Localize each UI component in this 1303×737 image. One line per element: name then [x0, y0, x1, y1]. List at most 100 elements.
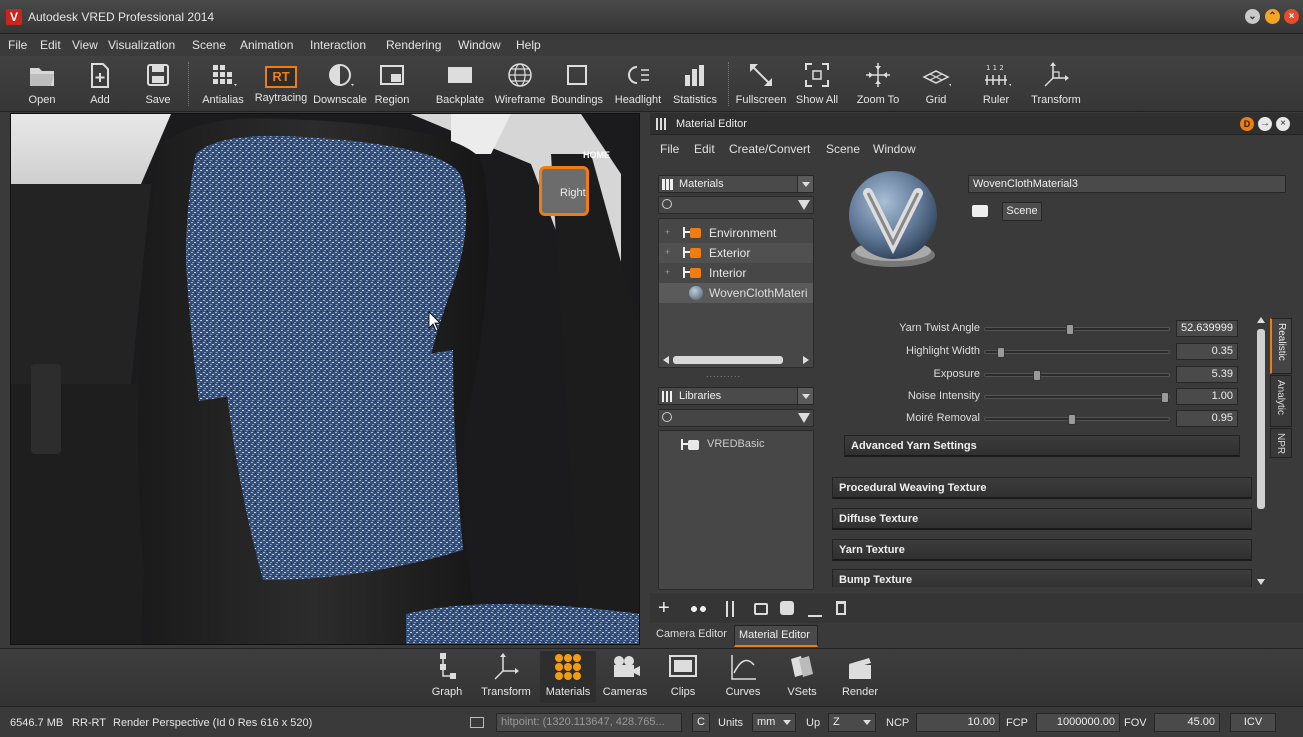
dock-materials-button[interactable]: Materials [540, 651, 596, 703]
fullscreen-button[interactable]: Fullscreen [732, 58, 790, 110]
expand-icon[interactable]: + [665, 267, 670, 277]
libraries-search-input[interactable] [658, 409, 814, 427]
expand-icon[interactable]: + [665, 227, 670, 237]
menu-file[interactable]: File [8, 38, 27, 52]
property-highlight-width[interactable]: Highlight Width 0.35 [830, 342, 1250, 362]
render-viewport[interactable]: HOME Right [10, 113, 640, 645]
up-axis-select[interactable]: Z [828, 713, 876, 732]
materials-tree[interactable]: + Environment + Exterior + Interior Wove… [658, 218, 814, 368]
units-select[interactable]: mm [752, 713, 796, 732]
dock-render-button[interactable]: Render [840, 651, 880, 703]
align-icon[interactable] [808, 601, 822, 617]
tree-item-interior[interactable]: + Interior [659, 263, 813, 283]
property-noise-intensity[interactable]: Noise Intensity 1.00 [830, 387, 1250, 407]
ruler-tool-icon[interactable] [726, 601, 734, 617]
find-icon[interactable] [754, 603, 768, 615]
libraries-tree[interactable]: VREDBasic [658, 430, 814, 590]
slider-track[interactable] [984, 392, 1170, 403]
material-preview[interactable] [838, 163, 948, 273]
slider-track[interactable] [984, 324, 1170, 335]
scrollbar-thumb[interactable] [673, 356, 783, 364]
menu-visualization[interactable]: Visualization [108, 38, 175, 52]
icv-button[interactable]: ICV [1230, 713, 1276, 732]
filter-icon[interactable] [798, 200, 810, 210]
navcube-home-label[interactable]: HOME [583, 150, 610, 160]
transform-button[interactable]: Transform [1028, 58, 1084, 110]
wireframe-button[interactable]: Wireframe [492, 58, 548, 110]
menu-window[interactable]: Window [458, 38, 501, 52]
ruler-button[interactable]: 1 1 2 Ruler [974, 58, 1018, 110]
panel-close-icon[interactable]: × [1276, 117, 1290, 131]
section-diffuse-texture[interactable]: Diffuse Texture [832, 508, 1252, 530]
duplicate-icon[interactable] [690, 605, 708, 613]
editor-menu-window[interactable]: Window [873, 142, 916, 156]
terminal-icon[interactable] [470, 717, 484, 728]
statistics-button[interactable]: Statistics [668, 58, 722, 110]
grid-button[interactable]: Grid [916, 58, 956, 110]
menu-view[interactable]: View [72, 38, 98, 52]
menu-scene[interactable]: Scene [192, 38, 226, 52]
close-icon[interactable]: × [1284, 9, 1299, 24]
tree-item-wovencloth[interactable]: WovenClothMateri [659, 283, 813, 303]
section-procedural-weaving-texture[interactable]: Procedural Weaving Texture [832, 477, 1252, 499]
antialias-button[interactable]: Antialias [198, 58, 248, 110]
dock-vsets-button[interactable]: VSets [782, 651, 822, 703]
menu-interaction[interactable]: Interaction [310, 38, 366, 52]
headlight-button[interactable]: Headlight [612, 58, 664, 110]
menu-edit[interactable]: Edit [40, 38, 61, 52]
fov-field[interactable]: 45.00 [1154, 713, 1220, 732]
grip-icon[interactable] [656, 118, 668, 130]
show-all-button[interactable]: Show All [794, 58, 840, 110]
slider-thumb[interactable] [1161, 392, 1169, 403]
value-field[interactable]: 1.00 [1176, 388, 1238, 405]
menu-help[interactable]: Help [516, 38, 541, 52]
menu-rendering[interactable]: Rendering [386, 38, 441, 52]
save-button[interactable]: Save [138, 58, 178, 110]
scroll-left-icon[interactable] [663, 356, 669, 364]
dock-transform-button[interactable]: Transform [478, 651, 534, 703]
dock-cameras-button[interactable]: Cameras [600, 651, 650, 703]
dock-clips-button[interactable]: Clips [662, 651, 704, 703]
editor-menu-scene[interactable]: Scene [826, 142, 860, 156]
slider-thumb[interactable] [1032, 370, 1041, 381]
property-yarn-twist-angle[interactable]: Yarn Twist Angle 52.639999 [830, 319, 1250, 339]
filter-icon[interactable] [798, 413, 810, 423]
value-field[interactable]: 0.95 [1176, 410, 1238, 427]
trash-icon[interactable] [836, 601, 846, 615]
tab-npr[interactable]: NPR [1270, 428, 1292, 458]
boundings-button[interactable]: Boundings [550, 58, 604, 110]
tag-icon[interactable] [972, 205, 988, 217]
editor-menu-edit[interactable]: Edit [694, 142, 715, 156]
scroll-right-icon[interactable] [803, 356, 809, 364]
editor-tab-material-editor[interactable]: Material Editor [734, 625, 818, 647]
scene-button[interactable]: Scene [1002, 202, 1042, 221]
c-button[interactable]: C [692, 713, 710, 732]
section-bump-texture[interactable]: Bump Texture [832, 569, 1252, 587]
add-button[interactable]: Add [82, 58, 118, 110]
scrollbar-thumb[interactable] [1257, 329, 1265, 509]
tree-item-vredbasic[interactable]: VREDBasic [659, 435, 813, 455]
materials-horizontal-scrollbar[interactable] [663, 355, 809, 365]
expand-icon[interactable]: + [665, 247, 670, 257]
editor-menu-file[interactable]: File [660, 142, 679, 156]
section-advanced-yarn-settings[interactable]: Advanced Yarn Settings [844, 435, 1240, 457]
backplate-button[interactable]: Backplate [432, 58, 488, 110]
navcube-right-face[interactable]: Right [539, 166, 589, 216]
slider-track[interactable] [984, 347, 1170, 358]
zoom-to-button[interactable]: Zoom To [854, 58, 902, 110]
hitpoint-field[interactable]: hitpoint: (1320.113647, 428.765... [496, 713, 682, 732]
undock-icon[interactable]: → [1258, 117, 1272, 131]
tab-analytic[interactable]: Analytic [1270, 375, 1292, 427]
assign-icon[interactable] [780, 601, 794, 615]
navigation-cube[interactable]: HOME Right [535, 150, 610, 220]
editor-menu-create-convert[interactable]: Create/Convert [729, 142, 810, 156]
materials-search-input[interactable] [658, 196, 814, 214]
materials-combo[interactable]: Materials [658, 175, 814, 193]
tree-item-environment[interactable]: + Environment [659, 223, 813, 243]
editor-tab-camera-editor[interactable]: Camera Editor [654, 625, 732, 645]
value-field[interactable]: 52.639999 [1176, 320, 1238, 337]
section-yarn-texture[interactable]: Yarn Texture [832, 539, 1252, 561]
property-moire-removal[interactable]: Moiré Removal 0.95 [830, 409, 1250, 429]
tab-realistic[interactable]: Realistic [1270, 318, 1292, 374]
material-name-field[interactable]: WovenClothMaterial3 [968, 175, 1286, 193]
